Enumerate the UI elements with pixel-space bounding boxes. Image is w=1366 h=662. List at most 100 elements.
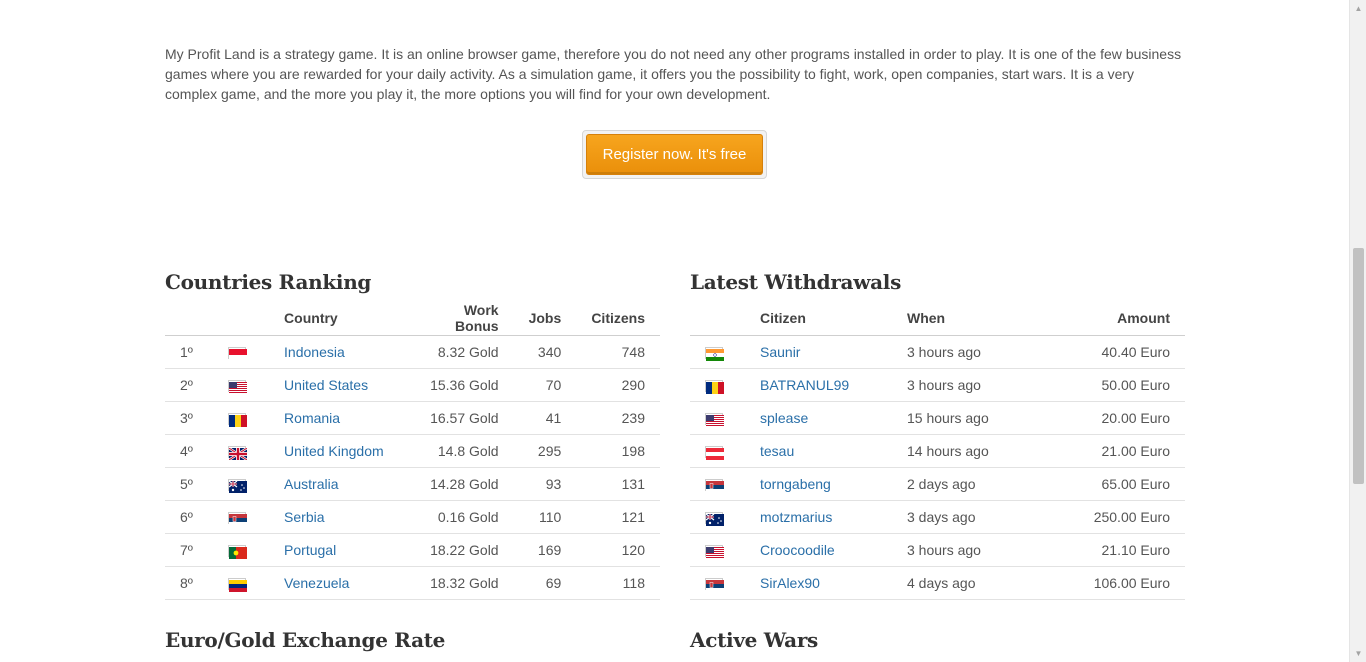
jobs-cell: 340 [513,335,577,369]
country-link[interactable]: Portugal [284,542,336,558]
rank-cell: 4º [165,434,213,468]
country-link[interactable]: Australia [284,476,338,492]
table-row: SirAlex90 4 days ago 106.00 Euro [690,566,1185,600]
citizen-link[interactable]: motzmarius [760,509,832,525]
amount-cell: 106.00 Euro [1052,566,1185,600]
jobs-cell: 70 [513,368,577,402]
country-link[interactable]: Venezuela [284,575,349,591]
citizen-link[interactable]: SirAlex90 [760,575,820,591]
romania-flag-icon [705,379,724,394]
vertical-scrollbar[interactable]: ▲ ▼ [1349,0,1366,662]
register-button[interactable]: Register now. It's free [586,134,763,175]
flag-cell [690,434,745,468]
country-cell: Serbia [269,500,407,534]
citizen-link[interactable]: torngabeng [760,476,831,492]
country-link[interactable]: Indonesia [284,344,345,360]
citizen-link[interactable]: tesau [760,443,794,459]
flag-cell [212,434,270,468]
amount-cell: 20.00 Euro [1052,401,1185,435]
citizens-header: Citizens [576,301,660,336]
amount-cell: 21.00 Euro [1052,434,1185,468]
australia-flag-icon [705,511,724,526]
flag-cell [690,368,745,402]
flag-cell [212,467,270,501]
india-flag-icon [705,346,724,361]
country-cell: Venezuela [269,566,407,600]
flag-cell [212,500,270,534]
serbia-flag-icon [227,511,247,526]
register-button-frame: Register now. It's free [582,130,767,179]
table-header-row: Country Work Bonus Jobs Citizens [165,301,660,336]
united-states-flag-icon [705,544,724,559]
rank-cell: 1º [165,335,213,369]
united-states-flag-icon [705,412,724,427]
table-row: 6º Serbia 0.16 Gold 110 121 [165,500,660,534]
country-link[interactable]: United Kingdom [284,443,384,459]
table-row: splease 15 hours ago 20.00 Euro [690,401,1185,435]
exchange-rate-title: Euro/Gold Exchange Rate [165,628,446,652]
table-row: Croocoodile 3 hours ago 21.10 Euro [690,533,1185,567]
flag-cell [212,368,270,402]
citizen-cell: Croocoodile [745,533,892,567]
country-cell: Romania [269,401,407,435]
flag-cell [212,566,270,600]
country-link[interactable]: Serbia [284,509,324,525]
citizens-cell: 120 [576,533,660,567]
country-cell: United States [269,368,407,402]
table-row: 7º Portugal 18.22 Gold 169 120 [165,533,660,567]
work-bonus-cell: 18.32 Gold [406,566,514,600]
when-cell: 3 hours ago [892,368,1052,402]
citizen-header: Citizen [745,301,892,336]
work-bonus-cell: 16.57 Gold [406,401,514,435]
citizens-cell: 748 [576,335,660,369]
citizen-cell: Saunir [745,335,892,369]
rank-header [165,301,213,336]
latest-withdrawals-title: Latest Withdrawals [690,270,902,294]
country-cell: Portugal [269,533,407,567]
work-bonus-cell: 18.22 Gold [406,533,514,567]
table-row: 4º United Kingdom 14.8 Gold 295 198 [165,434,660,468]
country-cell: United Kingdom [269,434,407,468]
citizen-link[interactable]: splease [760,410,808,426]
indonesia-flag-icon [227,346,247,361]
jobs-cell: 93 [513,467,577,501]
when-cell: 3 hours ago [892,533,1052,567]
flag-header [690,301,745,336]
table-row: 3º Romania 16.57 Gold 41 239 [165,401,660,435]
country-cell: Indonesia [269,335,407,369]
country-link[interactable]: Romania [284,410,340,426]
scroll-down-arrow-icon[interactable]: ▼ [1350,645,1366,662]
scroll-thumb[interactable] [1353,248,1364,484]
country-header: Country [269,301,407,336]
amount-cell: 21.10 Euro [1052,533,1185,567]
romania-flag-icon [227,412,247,427]
work-bonus-cell: 14.28 Gold [406,467,514,501]
intro-paragraph: My Profit Land is a strategy game. It is… [165,46,1182,102]
jobs-cell: 295 [513,434,577,468]
scroll-up-arrow-icon[interactable]: ▲ [1350,0,1366,17]
citizen-cell: SirAlex90 [745,566,892,600]
table-row: motzmarius 3 days ago 250.00 Euro [690,500,1185,534]
when-cell: 3 days ago [892,500,1052,534]
venezuela-flag-icon [227,577,247,592]
australia-flag-icon [227,478,247,493]
when-header: When [892,301,1052,336]
country-link[interactable]: United States [284,377,368,393]
serbia-flag-icon [705,478,724,493]
table-row: torngabeng 2 days ago 65.00 Euro [690,467,1185,501]
citizens-cell: 131 [576,467,660,501]
portugal-flag-icon [227,544,247,559]
flag-cell [690,533,745,567]
table-row: Saunir 3 hours ago 40.40 Euro [690,335,1185,369]
citizen-link[interactable]: Saunir [760,344,800,360]
flag-cell [690,401,745,435]
citizens-cell: 118 [576,566,660,600]
citizen-link[interactable]: Croocoodile [760,542,835,558]
amount-cell: 40.40 Euro [1052,335,1185,369]
country-cell: Australia [269,467,407,501]
when-cell: 2 days ago [892,467,1052,501]
active-wars-title: Active Wars [690,628,819,652]
table-row: BATRANUL99 3 hours ago 50.00 Euro [690,368,1185,402]
austria-flag-icon [705,445,724,460]
citizen-link[interactable]: BATRANUL99 [760,377,849,393]
